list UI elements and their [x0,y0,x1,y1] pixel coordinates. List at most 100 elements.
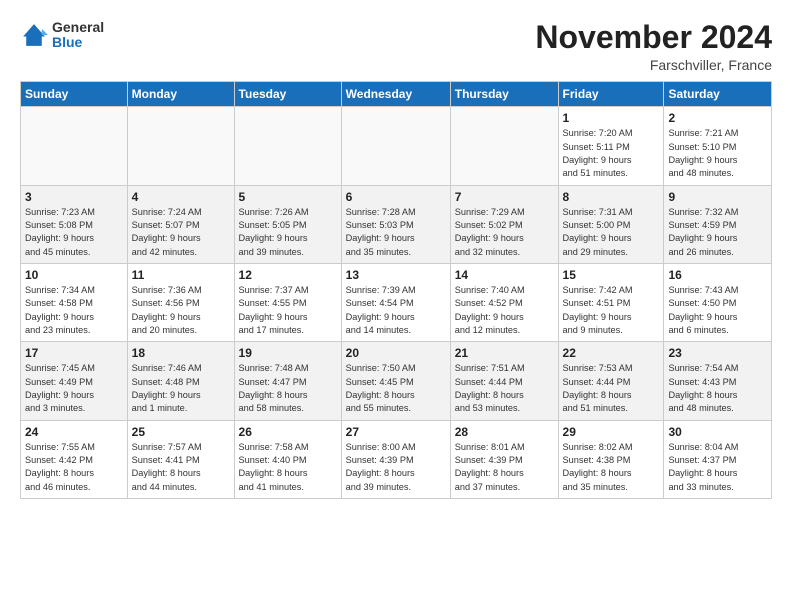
col-tuesday: Tuesday [234,82,341,107]
calendar-week-row: 1Sunrise: 7:20 AMSunset: 5:11 PMDaylight… [21,107,772,185]
day-info: Sunrise: 7:54 AMSunset: 4:43 PMDaylight:… [668,362,767,415]
table-row: 10 Sunrise: 7:34 AMSunset: 4:58 PMDayligh… [21,263,128,341]
table-row: 13Sunrise: 7:39 AMSunset: 4:54 PMDayligh… [341,263,450,341]
header: General Blue November 2024 Farschviller,… [20,20,772,73]
day-number: 3 [25,190,123,204]
day-number: 19 [239,346,337,360]
col-friday: Friday [558,82,664,107]
day-number: 14 [455,268,554,282]
table-row [341,107,450,185]
table-row: 27 Sunrise: 8:00 AMSunset: 4:39 PMDayligh… [341,420,450,498]
day-number: 8 [563,190,660,204]
logo-text: General Blue [52,20,104,51]
day-info: Sunrise: 7:31 AMSunset: 5:00 PMDaylight:… [563,206,660,259]
table-row: 26Sunrise: 7:58 AMSunset: 4:40 PMDayligh… [234,420,341,498]
table-row: 7 Sunrise: 7:29 AMSunset: 5:02 PMDaylight… [450,185,558,263]
table-row [234,107,341,185]
logo: General Blue [20,20,104,51]
day-info: Sunrise: 7:20 AMSunset: 5:11 PMDaylight:… [563,127,660,180]
day-number: 12 [239,268,337,282]
day-number: 9 [668,190,767,204]
col-sunday: Sunday [21,82,128,107]
day-info: Sunrise: 7:34 AMSunset: 4:58 PMDaylight:… [25,284,123,337]
table-row: 4 Sunrise: 7:24 AMSunset: 5:07 PMDaylight… [127,185,234,263]
day-info: Sunrise: 7:53 AMSunset: 4:44 PMDaylight:… [563,362,660,415]
day-info: Sunrise: 7:51 AMSunset: 4:44 PMDaylight:… [455,362,554,415]
day-info: Sunrise: 8:00 AMSunset: 4:39 PMDaylight:… [346,441,446,494]
col-wednesday: Wednesday [341,82,450,107]
table-row: 17 Sunrise: 7:45 AMSunset: 4:49 PMDayligh… [21,342,128,420]
day-number: 5 [239,190,337,204]
day-info: Sunrise: 8:04 AMSunset: 4:37 PMDaylight:… [668,441,767,494]
logo-blue: Blue [52,35,104,50]
day-number: 7 [455,190,554,204]
table-row: 25 Sunrise: 7:57 AMSunset: 4:41 PMDayligh… [127,420,234,498]
day-info: Sunrise: 7:39 AMSunset: 4:54 PMDaylight:… [346,284,446,337]
day-number: 6 [346,190,446,204]
day-number: 11 [132,268,230,282]
day-number: 21 [455,346,554,360]
day-info: Sunrise: 7:29 AMSunset: 5:02 PMDaylight:… [455,206,554,259]
table-row: 21 Sunrise: 7:51 AMSunset: 4:44 PMDayligh… [450,342,558,420]
table-row: 1Sunrise: 7:20 AMSunset: 5:11 PMDaylight… [558,107,664,185]
day-number: 25 [132,425,230,439]
day-number: 4 [132,190,230,204]
day-info: Sunrise: 7:46 AMSunset: 4:48 PMDaylight:… [132,362,230,415]
table-row: 11 Sunrise: 7:36 AMSunset: 4:56 PMDayligh… [127,263,234,341]
table-row: 15Sunrise: 7:42 AMSunset: 4:51 PMDayligh… [558,263,664,341]
day-info: Sunrise: 7:28 AMSunset: 5:03 PMDaylight:… [346,206,446,259]
table-row: 29Sunrise: 8:02 AMSunset: 4:38 PMDayligh… [558,420,664,498]
day-number: 10 [25,268,123,282]
table-row [450,107,558,185]
col-saturday: Saturday [664,82,772,107]
day-number: 22 [563,346,660,360]
day-number: 30 [668,425,767,439]
day-info: Sunrise: 7:58 AMSunset: 4:40 PMDaylight:… [239,441,337,494]
day-info: Sunrise: 7:45 AMSunset: 4:49 PMDaylight:… [25,362,123,415]
day-info: Sunrise: 7:42 AMSunset: 4:51 PMDaylight:… [563,284,660,337]
day-info: Sunrise: 7:40 AMSunset: 4:52 PMDaylight:… [455,284,554,337]
logo-icon [20,21,48,49]
day-number: 28 [455,425,554,439]
day-number: 20 [346,346,446,360]
table-row: 24Sunrise: 7:55 AMSunset: 4:42 PMDayligh… [21,420,128,498]
day-info: Sunrise: 7:26 AMSunset: 5:05 PMDaylight:… [239,206,337,259]
table-row: 22 Sunrise: 7:53 AMSunset: 4:44 PMDayligh… [558,342,664,420]
col-monday: Monday [127,82,234,107]
calendar-header-row: Sunday Monday Tuesday Wednesday Thursday… [21,82,772,107]
day-number: 18 [132,346,230,360]
day-info: Sunrise: 7:36 AMSunset: 4:56 PMDaylight:… [132,284,230,337]
title-block: November 2024 Farschviller, France [535,20,772,73]
day-info: Sunrise: 7:48 AMSunset: 4:47 PMDaylight:… [239,362,337,415]
logo-general: General [52,20,104,35]
table-row: 18 Sunrise: 7:46 AMSunset: 4:48 PMDayligh… [127,342,234,420]
day-number: 17 [25,346,123,360]
table-row: 5 Sunrise: 7:26 AMSunset: 5:05 PMDaylight… [234,185,341,263]
day-number: 23 [668,346,767,360]
table-row: 14 Sunrise: 7:40 AMSunset: 4:52 PMDayligh… [450,263,558,341]
table-row: 8 Sunrise: 7:31 AMSunset: 5:00 PMDaylight… [558,185,664,263]
day-number: 27 [346,425,446,439]
table-row: 16 Sunrise: 7:43 AMSunset: 4:50 PMDayligh… [664,263,772,341]
day-info: Sunrise: 7:24 AMSunset: 5:07 PMDaylight:… [132,206,230,259]
calendar-week-row: 3 Sunrise: 7:23 AMSunset: 5:08 PMDaylight… [21,185,772,263]
calendar-week-row: 17 Sunrise: 7:45 AMSunset: 4:49 PMDayligh… [21,342,772,420]
month-title: November 2024 [535,20,772,55]
day-info: Sunrise: 7:55 AMSunset: 4:42 PMDaylight:… [25,441,123,494]
table-row [127,107,234,185]
day-info: Sunrise: 7:32 AMSunset: 4:59 PMDaylight:… [668,206,767,259]
day-info: Sunrise: 7:23 AMSunset: 5:08 PMDaylight:… [25,206,123,259]
day-info: Sunrise: 7:21 AMSunset: 5:10 PMDaylight:… [668,127,767,180]
calendar-week-row: 24Sunrise: 7:55 AMSunset: 4:42 PMDayligh… [21,420,772,498]
table-row [21,107,128,185]
location: Farschviller, France [535,57,772,73]
day-info: Sunrise: 7:43 AMSunset: 4:50 PMDaylight:… [668,284,767,337]
table-row: 3 Sunrise: 7:23 AMSunset: 5:08 PMDaylight… [21,185,128,263]
day-number: 29 [563,425,660,439]
day-number: 16 [668,268,767,282]
table-row: 6 Sunrise: 7:28 AMSunset: 5:03 PMDaylight… [341,185,450,263]
day-info: Sunrise: 7:57 AMSunset: 4:41 PMDaylight:… [132,441,230,494]
day-number: 2 [668,111,767,125]
table-row: 2 Sunrise: 7:21 AMSunset: 5:10 PMDaylight… [664,107,772,185]
table-row: 28Sunrise: 8:01 AMSunset: 4:39 PMDayligh… [450,420,558,498]
